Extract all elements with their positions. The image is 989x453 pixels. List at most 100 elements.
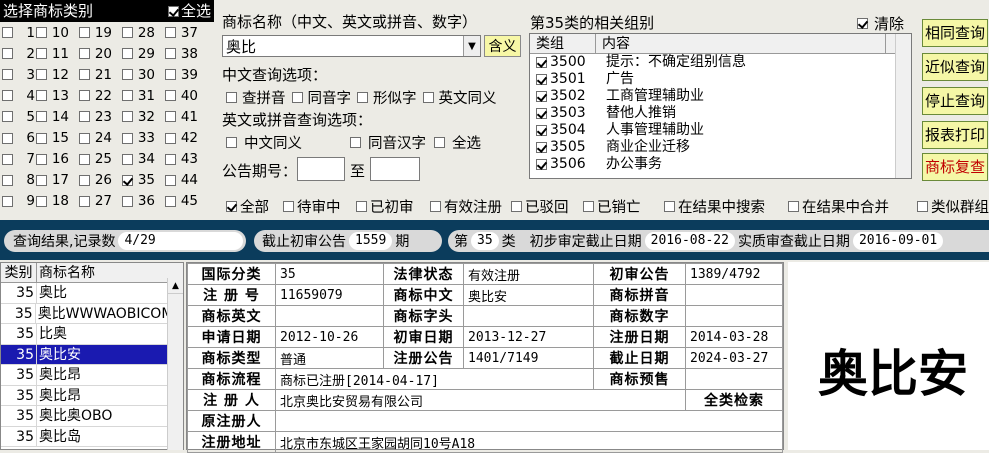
- class-item-22[interactable]: 22: [79, 85, 112, 106]
- class-checkbox[interactable]: [122, 195, 133, 207]
- trademark-name-input[interactable]: 奥比 ▼: [222, 35, 481, 57]
- gazette-to-input[interactable]: [370, 157, 420, 181]
- filter-checkbox[interactable]: [511, 201, 522, 212]
- group-checkbox[interactable]: [536, 142, 547, 153]
- filter-1[interactable]: 待审中: [283, 196, 341, 217]
- class-item-35[interactable]: 35: [122, 170, 155, 191]
- class-item-26[interactable]: 26: [79, 170, 112, 191]
- class-checkbox[interactable]: [79, 90, 90, 102]
- class-item-21[interactable]: 21: [79, 64, 112, 85]
- filter-2[interactable]: 已初审: [356, 196, 414, 217]
- filter-5[interactable]: 已销亡: [583, 196, 641, 217]
- class-checkbox[interactable]: [165, 195, 176, 207]
- cn-option-1[interactable]: 同音字: [291, 87, 351, 108]
- en-option-0[interactable]: 中文同义: [226, 132, 302, 153]
- class-item-17[interactable]: 17: [36, 170, 69, 191]
- filter-checkbox[interactable]: [226, 201, 237, 212]
- group-checkbox[interactable]: [536, 74, 547, 85]
- class-item-20[interactable]: 20: [79, 43, 112, 64]
- class-item-1[interactable]: 1: [2, 22, 35, 43]
- cn-option-0[interactable]: 查拼音: [226, 87, 286, 108]
- cn-option-3[interactable]: 英文同义: [422, 87, 497, 108]
- class-item-36[interactable]: 36: [122, 191, 155, 212]
- class-checkbox[interactable]: [122, 90, 133, 102]
- class-checkbox[interactable]: [122, 111, 133, 123]
- class-checkbox[interactable]: [165, 27, 176, 38]
- select-all-checkbox[interactable]: [167, 5, 179, 17]
- class-item-5[interactable]: 5: [2, 106, 35, 127]
- result-row[interactable]: 35 奥比WWWAOBICOM: [1, 303, 168, 324]
- class-item-13[interactable]: 13: [36, 85, 69, 106]
- option-checkbox[interactable]: [422, 92, 434, 103]
- filter-3[interactable]: 有效注册: [430, 196, 502, 217]
- class-item-42[interactable]: 42: [165, 128, 198, 149]
- similar-query-button[interactable]: 近似查询: [922, 53, 988, 81]
- filter-checkbox[interactable]: [788, 201, 799, 212]
- result-row[interactable]: 35 奥比昂: [1, 365, 168, 386]
- en-option-2[interactable]: 全选: [434, 132, 481, 153]
- scroll-up-icon[interactable]: ▲: [168, 278, 183, 294]
- result-row[interactable]: 35 奥比: [1, 283, 168, 304]
- filter-8[interactable]: 类似群组: [917, 196, 989, 217]
- class-checkbox[interactable]: [36, 132, 47, 144]
- group-row[interactable]: 3504 人事管理辅助业: [530, 122, 911, 139]
- class-checkbox[interactable]: [165, 174, 176, 186]
- option-checkbox[interactable]: [291, 92, 303, 103]
- class-item-30[interactable]: 30: [122, 64, 155, 85]
- class-item-32[interactable]: 32: [122, 106, 155, 127]
- option-checkbox[interactable]: [226, 137, 237, 148]
- class-item-11[interactable]: 11: [36, 43, 69, 64]
- class-item-41[interactable]: 41: [165, 106, 198, 127]
- class-checkbox[interactable]: [165, 69, 176, 81]
- class-item-29[interactable]: 29: [122, 43, 155, 64]
- class-checkbox[interactable]: [79, 69, 90, 81]
- class-item-12[interactable]: 12: [36, 64, 69, 85]
- gazette-from-input[interactable]: [297, 157, 345, 181]
- cn-option-2[interactable]: 形似字: [357, 87, 417, 108]
- result-scrollbar[interactable]: ▲: [167, 278, 183, 450]
- class-item-6[interactable]: 6: [2, 128, 35, 149]
- result-row[interactable]: 35 比奥: [1, 324, 168, 345]
- class-item-39[interactable]: 39: [165, 64, 198, 85]
- stop-query-button[interactable]: 停止查询: [922, 87, 988, 115]
- group-checkbox[interactable]: [536, 91, 547, 102]
- class-checkbox[interactable]: [122, 48, 133, 60]
- clear-checkbox[interactable]: [857, 18, 868, 29]
- class-checkbox[interactable]: [122, 174, 133, 186]
- class-item-7[interactable]: 7: [2, 149, 35, 170]
- filter-checkbox[interactable]: [430, 201, 441, 212]
- class-checkbox[interactable]: [2, 195, 13, 207]
- class-checkbox[interactable]: [2, 69, 13, 81]
- class-item-3[interactable]: 3: [2, 64, 35, 85]
- result-row[interactable]: 35 奥比昂: [1, 385, 168, 406]
- class-checkbox[interactable]: [122, 27, 133, 38]
- group-checkbox[interactable]: [536, 159, 547, 170]
- class-checkbox[interactable]: [2, 174, 13, 186]
- class-item-37[interactable]: 37: [165, 22, 198, 43]
- group-scrollbar[interactable]: [895, 34, 911, 178]
- class-checkbox[interactable]: [2, 111, 13, 123]
- filter-checkbox[interactable]: [917, 201, 928, 212]
- group-checkbox[interactable]: [536, 57, 547, 68]
- group-row[interactable]: 3502 工商管理辅助业: [530, 88, 911, 105]
- class-checkbox[interactable]: [79, 111, 90, 123]
- class-item-33[interactable]: 33: [122, 128, 155, 149]
- class-item-24[interactable]: 24: [79, 128, 112, 149]
- class-item-43[interactable]: 43: [165, 149, 198, 170]
- class-item-34[interactable]: 34: [122, 149, 155, 170]
- option-checkbox[interactable]: [226, 92, 237, 103]
- class-item-45[interactable]: 45: [165, 191, 198, 212]
- result-row[interactable]: 35 奥比奥OBO: [1, 406, 168, 427]
- filter-7[interactable]: 在结果中合并: [788, 196, 889, 217]
- class-item-27[interactable]: 27: [79, 191, 112, 212]
- class-item-31[interactable]: 31: [122, 85, 155, 106]
- same-query-button[interactable]: 相同查询: [922, 19, 988, 47]
- class-checkbox[interactable]: [2, 132, 13, 144]
- result-row[interactable]: 35 奥比岛: [1, 426, 168, 447]
- class-checkbox[interactable]: [36, 195, 47, 207]
- option-checkbox[interactable]: [357, 92, 368, 103]
- class-checkbox[interactable]: [79, 153, 90, 165]
- class-checkbox[interactable]: [36, 174, 47, 186]
- group-row[interactable]: 3506 办公事务: [530, 156, 911, 173]
- class-item-9[interactable]: 9: [2, 191, 35, 212]
